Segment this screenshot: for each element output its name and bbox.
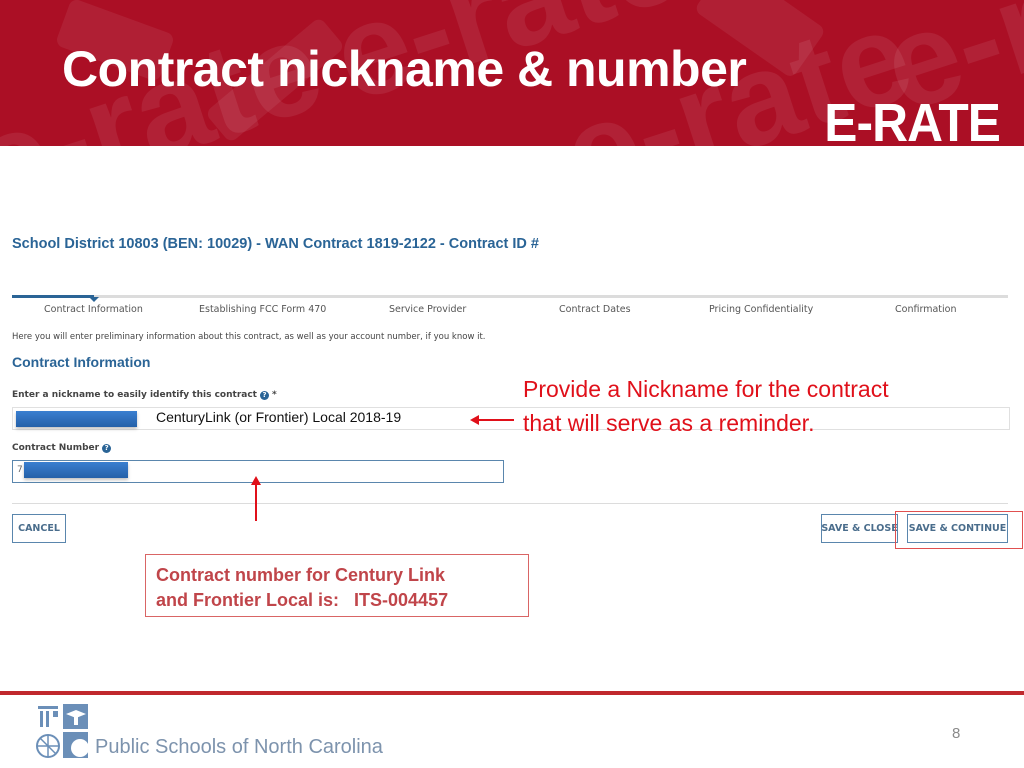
intro-text: Here you will enter preliminary informat…	[12, 332, 486, 342]
nickname-annotation: Provide a Nickname for the contract that…	[523, 372, 889, 440]
progress-fill	[12, 295, 94, 298]
step-contract-dates[interactable]: Contract Dates	[559, 304, 631, 315]
nickname-label-text: Enter a nickname to easily identify this…	[12, 390, 257, 400]
contract-number-label: Contract Number ?	[12, 443, 112, 453]
redaction-block	[16, 411, 137, 427]
help-icon[interactable]: ?	[102, 443, 112, 453]
slide-title: Contract nickname & number	[62, 41, 747, 97]
step-establishing-fcc-form-470[interactable]: Establishing FCC Form 470	[199, 304, 326, 315]
page-number: 8	[952, 725, 961, 742]
contract-number-label-text: Contract Number	[12, 443, 100, 453]
arrowhead-up-icon	[251, 476, 261, 485]
save-and-close-button[interactable]: SAVE & CLOSE	[821, 514, 898, 543]
footer-org-name: Public Schools of North Carolina	[95, 736, 383, 758]
callout-line: Contract number for Century Link	[156, 565, 446, 585]
nickname-annotation-line: that will serve as a reminder.	[523, 410, 815, 436]
contract-page-header: School District 10803 (BEN: 10029) - WAN…	[12, 236, 539, 252]
step-service-provider[interactable]: Service Provider	[389, 304, 466, 315]
progress-track	[12, 295, 1008, 298]
contract-number-callout: Contract number for Century Link and Fro…	[145, 554, 529, 617]
cancel-button[interactable]: CANCEL	[12, 514, 66, 543]
nickname-value: CenturyLink (or Frontier) Local 2018-19	[156, 409, 402, 425]
redaction-block	[24, 462, 128, 478]
current-step-caret-icon	[89, 297, 99, 302]
title-banner: e-rate e-rate e-rate e-rate Contract nic…	[0, 0, 1024, 146]
step-pricing-confidentiality[interactable]: Pricing Confidentiality	[709, 304, 813, 315]
arrow-left-icon	[478, 419, 514, 421]
section-title: Contract Information	[12, 354, 151, 370]
dpi-logo-icon	[36, 704, 88, 758]
nickname-label: Enter a nickname to easily identify this…	[12, 390, 277, 400]
nickname-annotation-line: Provide a Nickname for the contract	[523, 376, 889, 402]
arrow-up-icon	[255, 483, 257, 521]
callout-line: and Frontier Local is: ITS-004457	[156, 590, 449, 610]
arrowhead-left-icon	[470, 415, 479, 425]
required-marker: *	[271, 390, 277, 400]
erate-logo: E-RATE	[824, 93, 1001, 146]
form-divider	[12, 503, 1008, 504]
contract-number-value: 7	[17, 465, 23, 475]
help-icon[interactable]: ?	[259, 390, 269, 400]
save-and-continue-button[interactable]: SAVE & CONTINUE	[907, 514, 1008, 543]
footer-rule	[0, 691, 1024, 695]
step-contract-information[interactable]: Contract Information	[44, 304, 143, 315]
step-confirmation[interactable]: Confirmation	[895, 304, 956, 315]
